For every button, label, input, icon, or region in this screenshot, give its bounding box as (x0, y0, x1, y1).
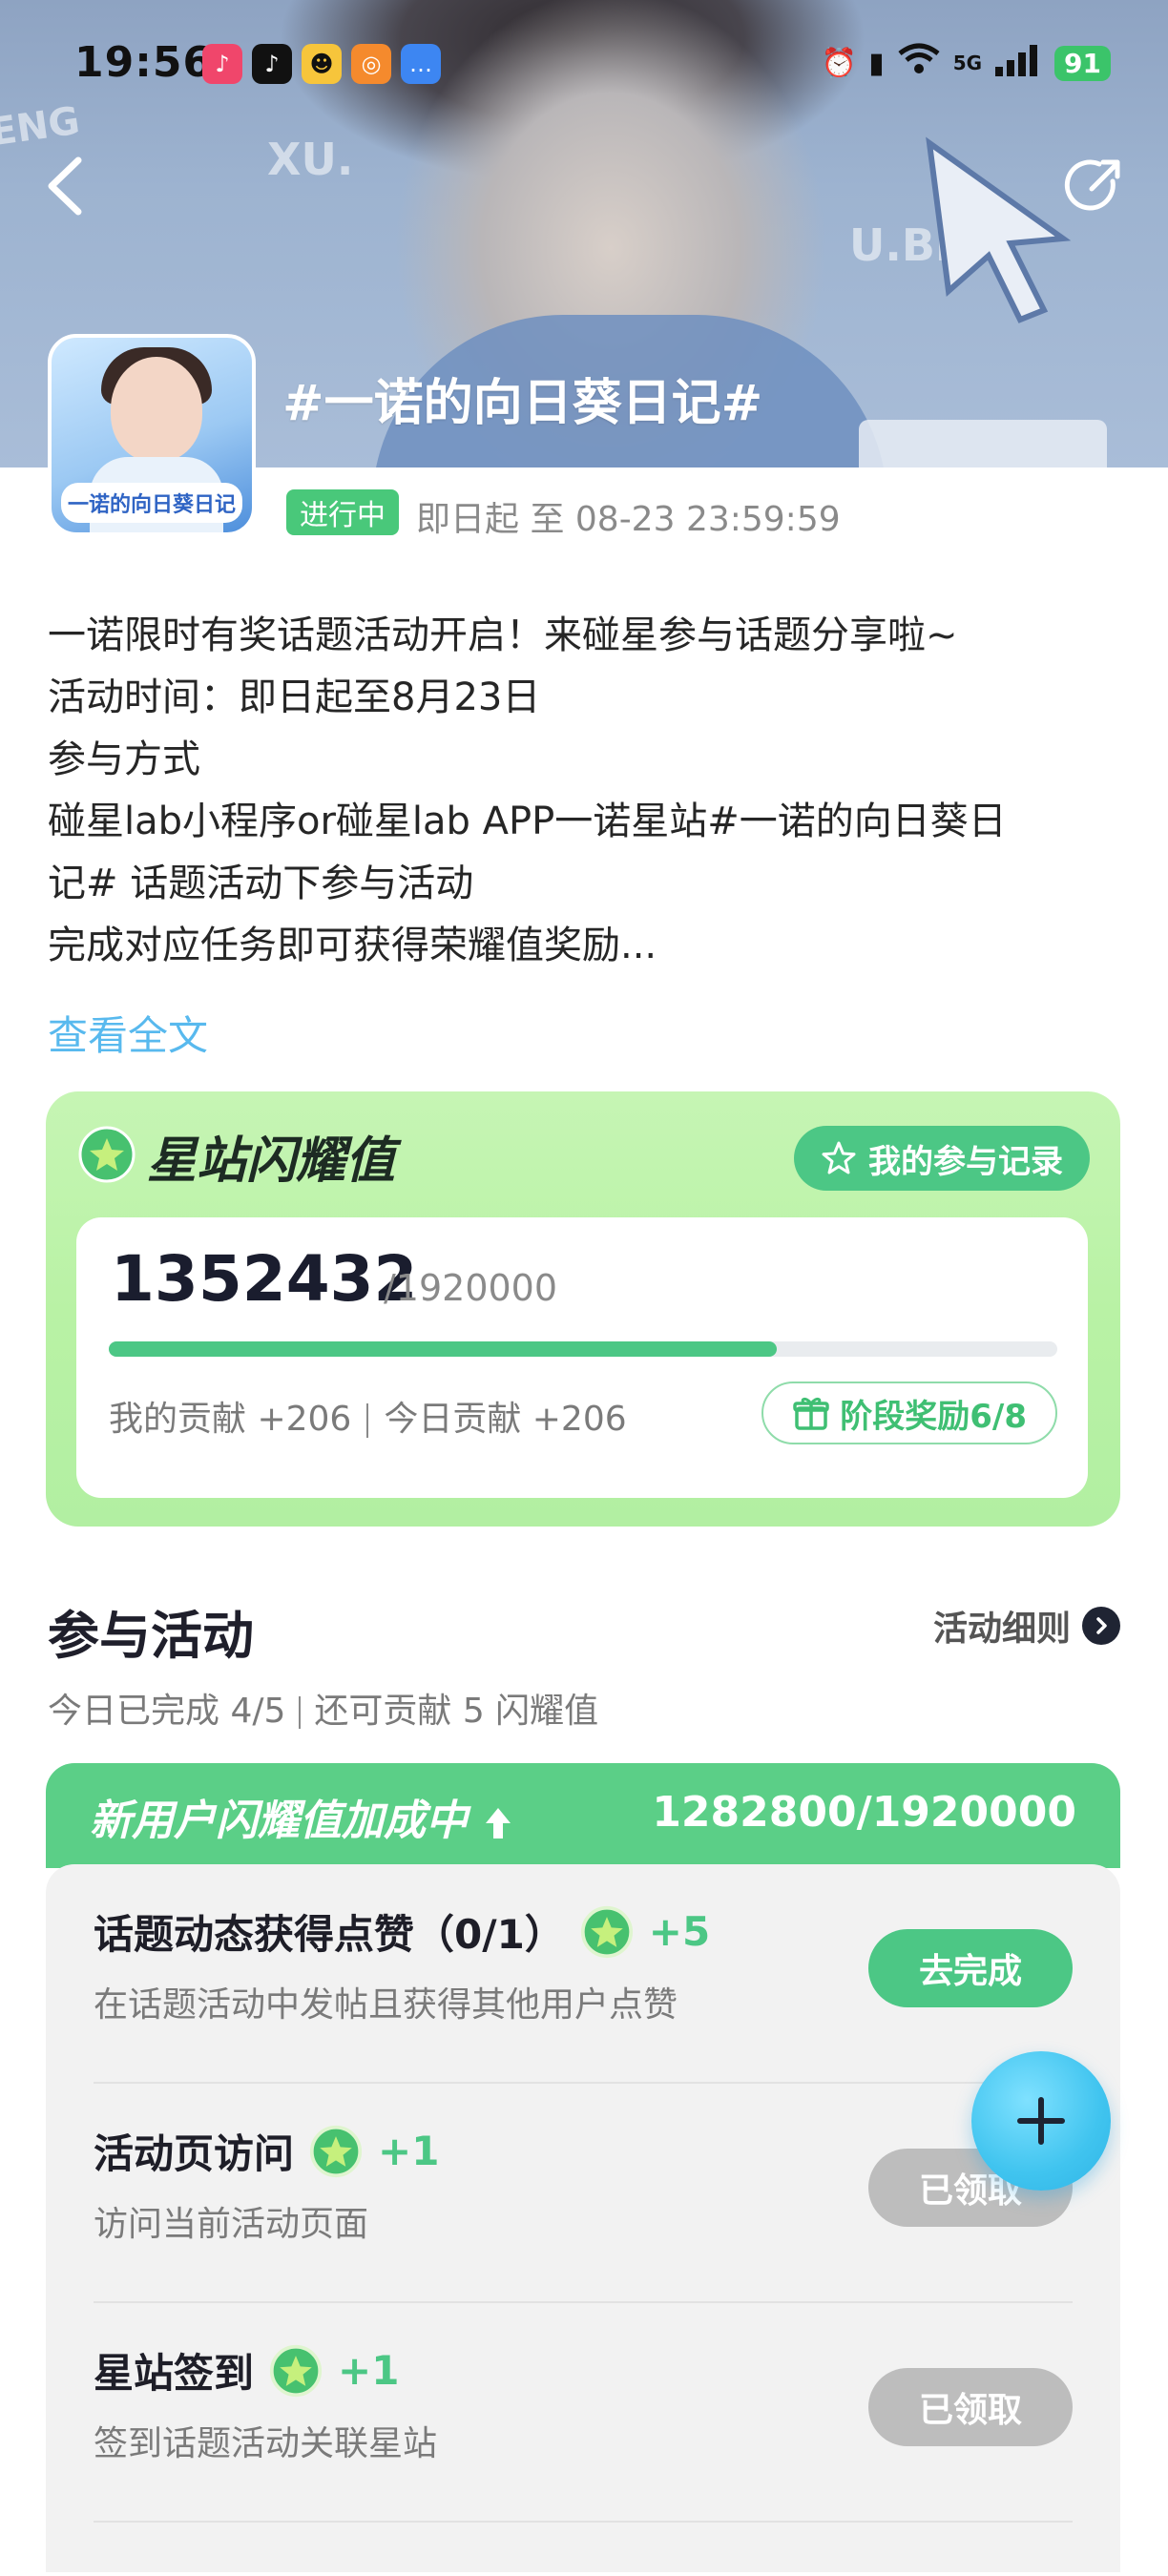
task-description: 访问当前活动页面 (94, 2205, 369, 2244)
task-item: 星站签到 +1 签到话题活动关联星站 已领取 (94, 2303, 1073, 2523)
status-time: 19:56 (74, 38, 214, 87)
avatar-caption: 一诺的向日葵日记 (61, 483, 242, 523)
contribution-summary: 我的贡献 +206 今日贡献 +206 (109, 1391, 627, 1441)
remaining-contribution: 还可贡献 5 闪耀值 (314, 1692, 599, 1731)
today-contribution: 今日贡献 +206 (384, 1400, 627, 1439)
back-button[interactable] (38, 153, 95, 219)
banner-decoration: ENG (0, 98, 83, 156)
task-description: 在话题活动中发帖且获得其他用户点赞 (94, 1985, 678, 2025)
up-arrow-icon (486, 1808, 511, 1839)
description-line: 参与方式 (48, 737, 200, 781)
star-coin-icon (580, 1905, 633, 1958)
bonus-label-text: 新用户闪耀值加成中 (90, 1797, 468, 1845)
glory-progress-fill (109, 1341, 777, 1357)
glory-card: 星站闪耀值 我的参与记录 1352432 /1920000 我的贡献 +206 今… (46, 1091, 1120, 1527)
glory-progress-panel: 1352432 /1920000 我的贡献 +206 今日贡献 +206 阶段奖励… (76, 1217, 1088, 1498)
task-list: 话题动态获得点赞（0/1） +5 在话题活动中发帖且获得其他用户点赞 去完成 活… (46, 1864, 1120, 2572)
my-records-label: 我的参与记录 (868, 1142, 1063, 1181)
task-item: 话题动态获得点赞（0/1） +5 在话题活动中发帖且获得其他用户点赞 去完成 (94, 1864, 1073, 2084)
description-line: 一诺限时有奖话题活动开启！来碰星参与话题分享啦~ (48, 613, 958, 657)
glory-target: /1920000 (384, 1267, 558, 1309)
my-records-button[interactable]: 我的参与记录 (794, 1126, 1090, 1191)
network-type: 5G (952, 52, 983, 74)
task-title: 话题动态获得点赞（0/1） (94, 1911, 565, 1958)
wifi-icon (896, 42, 942, 84)
activity-date-range: 即日起 至 08-23 23:59:59 (416, 500, 841, 539)
glory-title: 星站闪耀值 (147, 1132, 396, 1190)
bonus-label: 新用户闪耀值加成中 (90, 1786, 514, 1847)
new-user-bonus-bar: 新用户闪耀值加成中 1282800/1920000 (46, 1763, 1120, 1868)
alarm-icon: ⏰ (821, 46, 858, 80)
stage-reward-label: 阶段奖励6/8 (840, 1397, 1027, 1436)
go-complete-button[interactable]: 去完成 (868, 1929, 1073, 2007)
tiktok-app-icon: ♪ (252, 44, 292, 84)
stage-reward-button[interactable]: 阶段奖励6/8 (761, 1381, 1057, 1444)
task-item: 活动页访问 +1 访问当前活动页面 已领取 (94, 2084, 1073, 2303)
task-points: +5 (648, 1908, 711, 1955)
task-divider (94, 2521, 1073, 2523)
music-app-icon: ♪ (202, 44, 242, 84)
claimed-button: 已领取 (868, 2368, 1073, 2446)
task-title: 星站签到 (94, 2350, 255, 2397)
description-line: 记# 话题活动下参与活动 (48, 862, 474, 905)
activity-rules-link[interactable]: 活动细则 (933, 1601, 1120, 1651)
chevron-right-icon (1082, 1607, 1120, 1645)
battery-indicator: 91 (1054, 45, 1111, 81)
share-button[interactable] (1063, 153, 1130, 219)
topic-avatar: 一诺的向日葵日记 (48, 334, 256, 536)
game-app-icon: ☻ (302, 44, 342, 84)
task-points: +1 (338, 2347, 400, 2394)
banner-decoration: XU. (267, 134, 354, 185)
read-more-link[interactable]: 查看全文 (48, 1004, 208, 1062)
participate-progress: 今日已完成 4/5 还可贡献 5 闪耀值 (48, 1683, 598, 1733)
star-outline-icon (822, 1141, 856, 1174)
glory-progress-bar (109, 1341, 1057, 1357)
status-app-icons: ♪ ♪ ☻ ◎ … (202, 44, 441, 84)
description-line: 完成对应任务即可获得荣耀值奖励... (48, 924, 657, 967)
star-coin-icon (78, 1126, 136, 1183)
bonus-value: 1282800/1920000 (652, 1788, 1076, 1837)
status-badge: 进行中 (286, 489, 399, 535)
topic-title: #一诺的向日葵日记# (282, 375, 763, 432)
task-title-row: 星站签到 +1 (94, 2341, 399, 2399)
share-icon (1064, 159, 1120, 211)
signal-icon (993, 42, 1043, 84)
back-icon (48, 156, 82, 216)
status-bar: 19:56 ♪ ♪ ☻ ◎ … ⏰ ▮ 5G 91 (0, 38, 1168, 95)
task-description: 签到话题活动关联星站 (94, 2424, 438, 2463)
my-contribution: 我的贡献 +206 (109, 1400, 352, 1439)
divider (299, 1696, 302, 1729)
activity-rules-label: 活动细则 (932, 1610, 1071, 1649)
divider (366, 1403, 369, 1438)
avatar-face (111, 357, 202, 462)
topic-description: 一诺限时有奖话题活动开启！来碰星参与话题分享啦~ 活动时间：即日起至8月23日 … (48, 605, 1126, 977)
vibrate-icon: ▮ (868, 46, 885, 80)
today-completed: 今日已完成 4/5 (48, 1692, 286, 1731)
task-title-row: 活动页访问 +1 (94, 2122, 439, 2180)
gift-icon (793, 1397, 830, 1430)
participate-title: 参与活动 (48, 1606, 254, 1666)
task-title: 活动页访问 (94, 2130, 295, 2177)
task-title-row: 话题动态获得点赞（0/1） +5 (94, 1902, 710, 1961)
glory-value: 1352432 (111, 1242, 418, 1316)
create-post-button[interactable] (971, 2051, 1111, 2191)
star-coin-icon (309, 2125, 363, 2177)
task-points: +1 (378, 2128, 440, 2174)
message-app-icon: … (401, 44, 441, 84)
status-right-icons: ⏰ ▮ 5G 91 (822, 42, 1111, 84)
description-line: 碰星lab小程序or碰星lab APP一诺星站#一诺的向日葵日 (48, 800, 1007, 843)
star-coin-icon (269, 2344, 323, 2397)
description-line: 活动时间：即日起至8月23日 (48, 675, 541, 719)
banner-name-tag (859, 420, 1107, 467)
search-app-icon: ◎ (351, 44, 391, 84)
banner-cursor-graphic (926, 136, 1072, 323)
plus-icon (1017, 2097, 1065, 2145)
